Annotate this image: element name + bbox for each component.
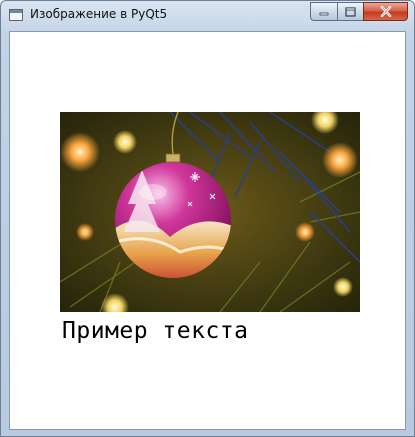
- christmas-ornament-photo: [60, 112, 360, 312]
- app-window: Изображение в PyQt5 Пример текста: [0, 0, 415, 437]
- title-bar[interactable]: Изображение в PyQt5: [1, 1, 414, 31]
- sample-text-label: Пример текста: [62, 318, 249, 344]
- close-button[interactable]: [363, 2, 408, 21]
- window-controls: [310, 2, 408, 22]
- maximize-icon: [345, 6, 356, 17]
- minimize-button[interactable]: [310, 2, 337, 21]
- minimize-icon: [319, 12, 329, 15]
- client-area: Пример текста: [9, 31, 406, 430]
- window-title: Изображение в PyQt5: [30, 7, 168, 21]
- close-icon: [380, 6, 391, 17]
- window-icon[interactable]: [9, 9, 23, 21]
- maximize-button[interactable]: [337, 2, 363, 21]
